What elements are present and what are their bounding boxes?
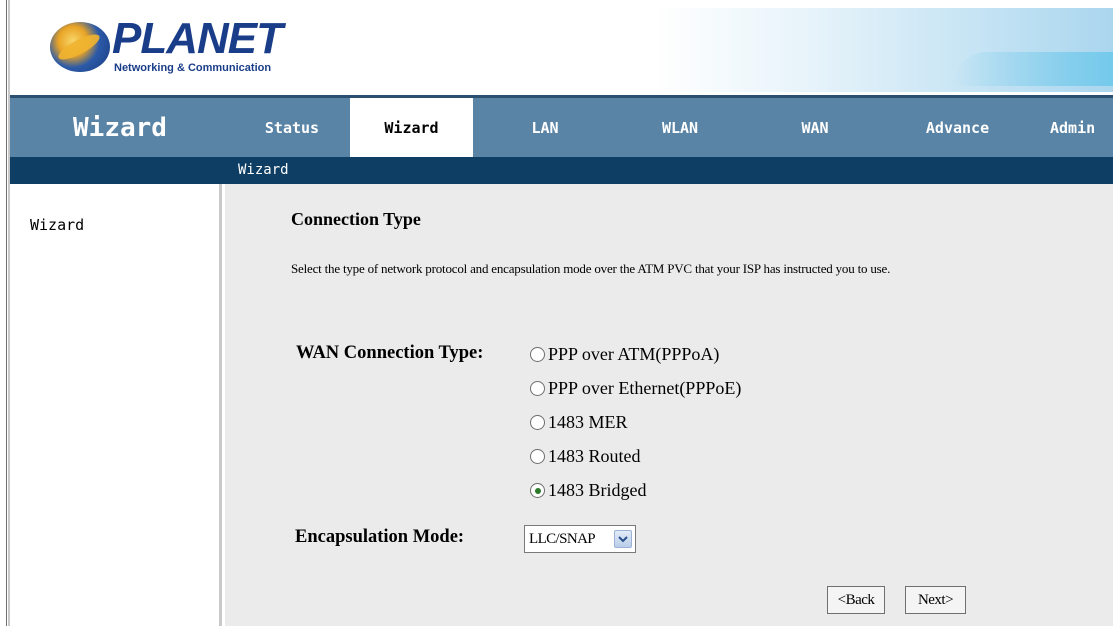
- brand-tagline: Networking & Communication: [114, 62, 272, 74]
- sidebar: Wizard: [10, 184, 222, 626]
- radio-button[interactable]: [530, 449, 545, 464]
- encapsulation-mode-label: Encapsulation Mode:: [295, 527, 465, 547]
- tab-advance[interactable]: Advance: [890, 98, 1025, 157]
- encapsulation-mode-select[interactable]: LLC/SNAP: [524, 525, 636, 553]
- wan-connection-type-label: WAN Connection Type:: [296, 343, 484, 363]
- header-decoration: [653, 8, 1113, 92]
- page-title: Connection Type: [291, 209, 421, 229]
- brand-name: PLANET: [112, 14, 283, 63]
- section-title: Wizard: [73, 112, 167, 143]
- wan-option-label: PPP over Ethernet(PPPoE): [548, 378, 742, 398]
- tab-lan[interactable]: LAN: [490, 98, 600, 157]
- wan-option-1483-routed[interactable]: 1483 Routed: [530, 446, 641, 467]
- radio-button[interactable]: [530, 415, 545, 430]
- radio-button[interactable]: [530, 381, 545, 396]
- tab-wizard[interactable]: Wizard: [350, 98, 473, 157]
- radio-button[interactable]: [530, 347, 545, 362]
- tab-wan[interactable]: WAN: [755, 98, 875, 157]
- wan-option-label: 1483 MER: [548, 412, 628, 432]
- wan-option-pppoa[interactable]: PPP over ATM(PPPoA): [530, 344, 719, 365]
- wan-option-label: 1483 Bridged: [548, 480, 647, 500]
- main-content: Connection Type Select the type of netwo…: [225, 184, 1113, 626]
- wan-option-pppoe[interactable]: PPP over Ethernet(PPPoE): [530, 378, 741, 399]
- tab-status[interactable]: Status: [232, 98, 352, 157]
- top-navigation: Wizard Status Wizard LAN WLAN WAN Advanc…: [10, 95, 1113, 157]
- header: PLANET Networking & Communication: [10, 0, 1113, 95]
- back-button[interactable]: <Back: [827, 586, 885, 614]
- subnav-item-wizard[interactable]: Wizard: [238, 157, 289, 184]
- wan-option-label: PPP over ATM(PPPoA): [548, 344, 720, 364]
- wan-option-label: 1483 Routed: [548, 446, 641, 466]
- window-left-edge: [0, 0, 7, 626]
- wan-option-1483-bridged[interactable]: 1483 Bridged: [530, 480, 647, 501]
- sub-navigation: Wizard: [10, 157, 1113, 184]
- next-button[interactable]: Next>: [905, 586, 966, 614]
- planet-logo: PLANET Networking & Communication: [50, 14, 290, 82]
- page-description: Select the type of network protocol and …: [291, 261, 891, 276]
- encapsulation-mode-value: LLC/SNAP: [529, 530, 596, 547]
- tab-admin[interactable]: Admin: [1050, 98, 1113, 157]
- radio-button-checked[interactable]: [530, 483, 545, 498]
- wan-option-1483-mer[interactable]: 1483 MER: [530, 412, 628, 433]
- chevron-down-icon[interactable]: [614, 530, 632, 548]
- tab-wlan[interactable]: WLAN: [620, 98, 740, 157]
- sidebar-item-wizard[interactable]: Wizard: [30, 216, 84, 234]
